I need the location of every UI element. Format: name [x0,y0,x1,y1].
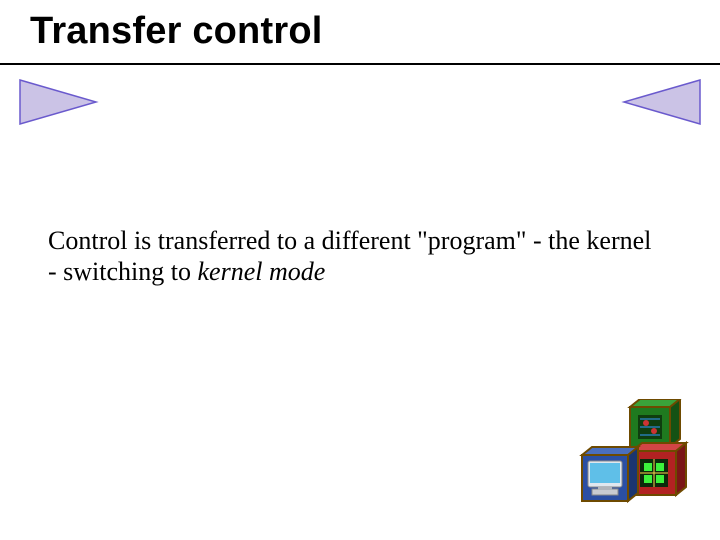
arrow-left-icon [620,78,702,126]
next-button[interactable] [620,78,702,126]
arrow-right-icon [18,78,100,126]
body-text-prefix: Control is transferred to a different "p… [48,226,651,286]
slide: Transfer control Control is transferred … [0,0,720,540]
prev-button[interactable] [18,78,100,126]
body-text: Control is transferred to a different "p… [48,226,658,287]
title-underline [0,63,720,65]
body-text-italic: kernel mode [198,257,326,286]
blocks-icon [570,399,690,524]
page-title: Transfer control [30,10,323,53]
